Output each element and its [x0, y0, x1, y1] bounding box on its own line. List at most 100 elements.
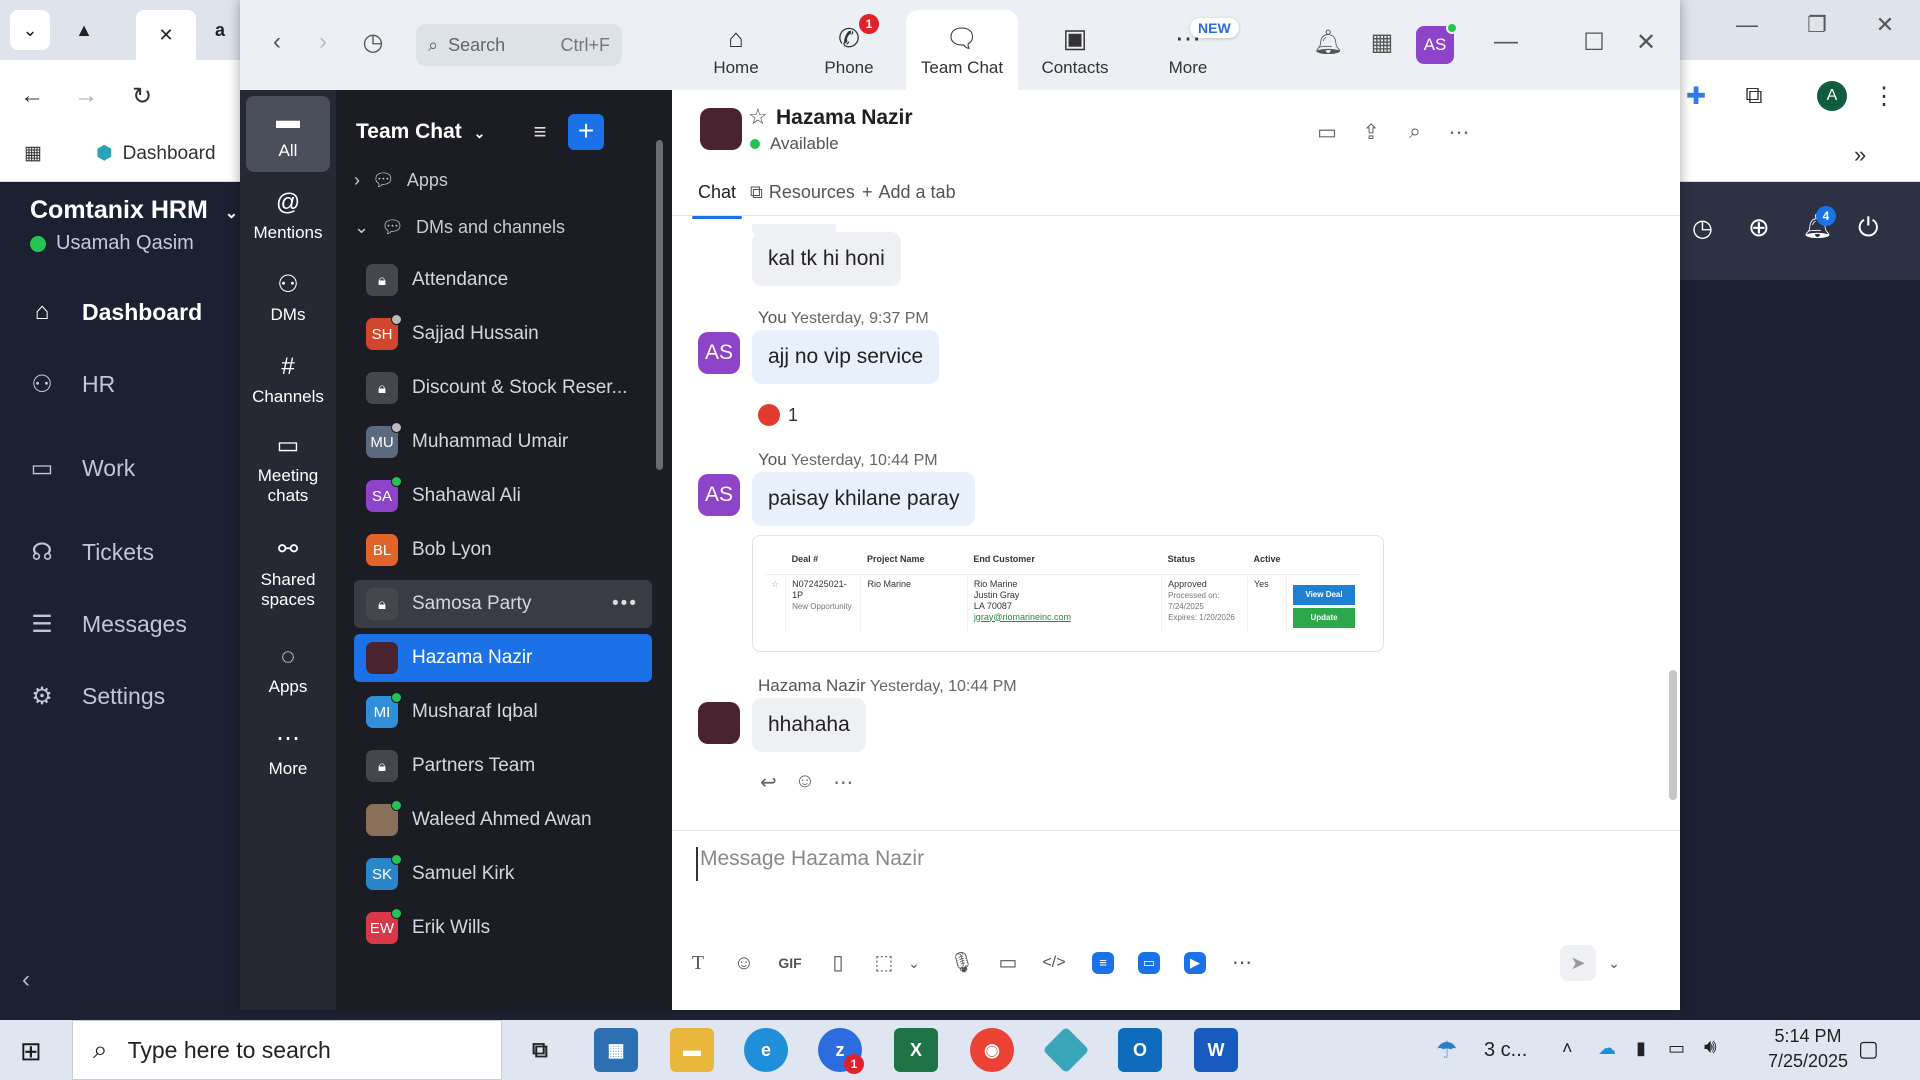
- docs-app-icon[interactable]: ≡: [1092, 952, 1114, 974]
- channel-item[interactable]: EW Erik Wills: [354, 904, 652, 952]
- format-text-icon[interactable]: T: [682, 947, 714, 979]
- channel-item[interactable]: MI Musharaf Iqbal: [354, 688, 652, 736]
- tab-favicon-icon[interactable]: ▲: [64, 10, 104, 50]
- search-icon[interactable]: ⌕: [1398, 120, 1432, 144]
- collapse-sidebar-icon[interactable]: ‹: [22, 966, 30, 994]
- browser-menu-icon[interactable]: ⋮: [1864, 76, 1904, 116]
- sender-avatar[interactable]: [698, 702, 740, 744]
- bookmarks-overflow-icon[interactable]: »: [1854, 142, 1866, 168]
- channel-item[interactable]: SA Shahawal Ali: [354, 472, 652, 520]
- rail-shared-spaces[interactable]: ⚯ Shared spaces: [246, 528, 330, 618]
- code-snippet-icon[interactable]: </>: [1038, 947, 1070, 979]
- notification-center-icon[interactable]: ▢: [1858, 1036, 1879, 1062]
- more-tools-icon[interactable]: ⋯: [1226, 947, 1258, 979]
- rail-mentions[interactable]: @ Mentions: [246, 178, 330, 254]
- amazon-tab-icon[interactable]: a: [200, 10, 240, 50]
- message-bubble[interactable]: kal tk hi honi: [752, 232, 901, 286]
- tray-chevron-icon[interactable]: ˄: [1562, 1038, 1573, 1059]
- sender-avatar[interactable]: AS: [698, 474, 740, 516]
- send-options-icon[interactable]: ⌄: [1598, 947, 1630, 979]
- battery-icon[interactable]: ▮: [1636, 1038, 1646, 1059]
- tab-contacts[interactable]: ▣ Contacts: [1019, 10, 1131, 90]
- reaction[interactable]: 1: [758, 404, 798, 426]
- windows-start-icon[interactable]: ⊞: [20, 1036, 42, 1067]
- tab-phone[interactable]: ✆ Phone 1: [793, 10, 905, 90]
- channel-item[interactable]: MU Muhammad Umair: [354, 418, 652, 466]
- add-reaction-icon[interactable]: ☺: [795, 770, 815, 795]
- list-scrollbar[interactable]: [656, 140, 663, 470]
- profile-avatar[interactable]: A: [1812, 76, 1852, 116]
- taskbar-search[interactable]: ⌕ Type here to search: [72, 1020, 502, 1080]
- send-button[interactable]: ➤: [1560, 945, 1596, 981]
- minimize-icon[interactable]: —: [1488, 28, 1524, 56]
- message-bubble[interactable]: hhahaha: [752, 698, 866, 752]
- hrm-nav-messages[interactable]: ☰ Messages: [0, 596, 242, 652]
- notifications-icon[interactable]: 🔔︎ 4: [1802, 206, 1836, 241]
- star-icon[interactable]: ☆: [748, 104, 768, 130]
- hrm-nav-settings[interactable]: ⚙ Settings: [0, 668, 242, 724]
- reload-icon[interactable]: ↻: [122, 76, 162, 116]
- notifications-icon[interactable]: 🔔︎: [1310, 28, 1346, 57]
- edge-icon[interactable]: e: [744, 1028, 788, 1072]
- channel-item[interactable]: Hazama Nazir: [354, 634, 652, 682]
- zoom-search[interactable]: ⌕ Search Ctrl+F: [416, 24, 622, 66]
- app-diamond-icon[interactable]: [1042, 1026, 1090, 1074]
- maximize-icon[interactable]: ☐: [1576, 28, 1612, 57]
- channel-item[interactable]: 🔒︎ Discount & Stock Reser...: [354, 364, 652, 412]
- rail-dms[interactable]: ⚇ DMs: [246, 260, 330, 336]
- whiteboard-app-icon[interactable]: ▭: [1138, 952, 1160, 974]
- rail-apps[interactable]: ◌ Apps: [246, 632, 330, 708]
- close-tab-icon[interactable]: ✕: [136, 10, 196, 60]
- tab-more[interactable]: ⋯ More NEW: [1132, 10, 1244, 90]
- bookmark-dashboard[interactable]: ⬢ Dashboard: [96, 142, 216, 165]
- microphone-icon[interactable]: 🎙︎: [946, 947, 978, 979]
- browser-restore-icon[interactable]: ❐: [1794, 12, 1840, 38]
- hrm-nav-hr[interactable]: ⚇ HR: [0, 356, 242, 412]
- dms-section[interactable]: ⌄ 💬︎ DMs and channels: [354, 217, 565, 238]
- channel-item[interactable]: 🔒︎ Samosa Party •••: [354, 580, 652, 628]
- tab-chat[interactable]: Chat: [691, 182, 743, 219]
- chrome-icon[interactable]: ◉: [970, 1028, 1014, 1072]
- deal-screenshot-attachment[interactable]: Deal # Project Name End Customer Status …: [752, 535, 1384, 652]
- add-icon[interactable]: ⊕: [1748, 212, 1770, 243]
- rail-channels[interactable]: # Channels: [246, 342, 330, 418]
- channel-item[interactable]: SK Samuel Kirk: [354, 850, 652, 898]
- channel-item[interactable]: SH Sajjad Hussain: [354, 310, 652, 358]
- team-chat-title[interactable]: Team Chat ⌄: [356, 120, 485, 144]
- channel-item[interactable]: 🔒︎ Attendance: [354, 256, 652, 304]
- chat-scrollbar[interactable]: [1669, 670, 1677, 800]
- reply-icon[interactable]: ↩: [760, 770, 777, 795]
- network-icon[interactable]: ▭: [1668, 1038, 1685, 1059]
- message-bubble[interactable]: ajj no vip service: [752, 330, 940, 384]
- extensions-puzzle-icon[interactable]: ⧉: [1734, 76, 1774, 116]
- weather-icon[interactable]: ☂: [1436, 1036, 1458, 1065]
- new-chat-button[interactable]: +: [568, 114, 604, 150]
- channel-item[interactable]: BL Bob Lyon: [354, 526, 652, 574]
- outlook-icon[interactable]: O: [1118, 1028, 1162, 1072]
- onedrive-icon[interactable]: ☁: [1598, 1038, 1616, 1059]
- tab-team-chat[interactable]: 🗨︎ Team Chat: [906, 10, 1018, 90]
- more-options-icon[interactable]: ⋯: [1442, 120, 1476, 145]
- extension-icon[interactable]: ✚: [1676, 76, 1716, 116]
- filter-icon[interactable]: ≡: [522, 114, 558, 150]
- browser-close-icon[interactable]: ✕: [1862, 12, 1908, 38]
- gif-button[interactable]: GIF: [774, 947, 806, 979]
- apps-section[interactable]: › 💬︎ Apps: [354, 170, 448, 191]
- hrm-nav-tickets[interactable]: ☊ Tickets: [0, 524, 242, 580]
- hrm-nav-work[interactable]: ▭ Work: [0, 440, 242, 496]
- channel-item[interactable]: 🔒︎ Partners Team: [354, 742, 652, 790]
- rail-more[interactable]: ⋯ More: [246, 714, 330, 790]
- tab-home[interactable]: ⌂ Home: [680, 10, 792, 90]
- power-icon[interactable]: ⏻: [1858, 212, 1879, 244]
- message-input[interactable]: Message Hazama Nazir: [696, 847, 1496, 881]
- file-explorer-icon[interactable]: ▬: [670, 1028, 714, 1072]
- task-view-icon[interactable]: ⧉: [518, 1028, 562, 1072]
- zoom-forward-icon[interactable]: ›: [306, 28, 340, 62]
- share-screen-icon[interactable]: ⇪: [1354, 120, 1388, 145]
- video-message-icon[interactable]: ▭: [992, 947, 1024, 979]
- back-icon[interactable]: ←: [12, 76, 52, 116]
- add-tab-button[interactable]: + Add a tab: [862, 182, 956, 203]
- volume-icon[interactable]: 🔊︎: [1704, 1036, 1717, 1059]
- tab-resources[interactable]: ⧉ Resources: [750, 182, 855, 203]
- contact-name[interactable]: Hazama Nazir: [776, 106, 913, 130]
